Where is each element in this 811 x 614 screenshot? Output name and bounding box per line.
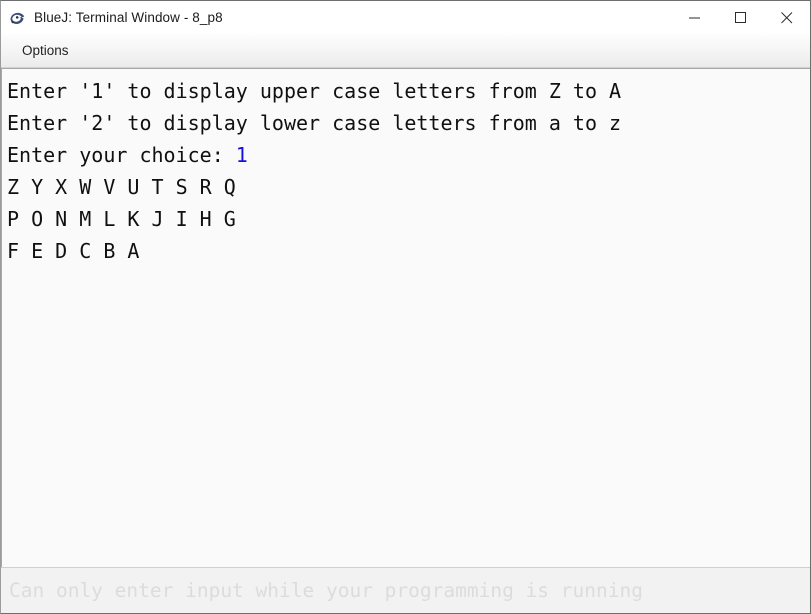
bluej-bird-icon [9,10,26,27]
terminal-line-text: Enter '2' to display lower case letters … [7,111,622,135]
menu-item-options[interactable]: Options [11,40,81,62]
terminal-line: Z Y X W V U T S R Q [7,171,810,203]
status-bar: Can only enter input while your programm… [1,567,810,613]
menu-bar: Options [1,34,810,68]
window-title: BlueJ: Terminal Window - 8_p8 [34,10,223,25]
terminal-line: Enter your choice: 1 [7,139,810,171]
terminal-window: BlueJ: Terminal Window - 8_p8 Options En… [0,0,811,614]
terminal-line-text: Enter your choice: [7,143,236,167]
minimize-button[interactable] [672,1,718,34]
status-message: Can only enter input while your programm… [9,579,643,602]
terminal-line: F E D C B A [7,235,810,267]
terminal-line: P O N M L K J I H G [7,203,810,235]
terminal-output-area[interactable]: Enter '1' to display upper case letters … [1,68,810,567]
terminal-line-text: Enter '1' to display upper case letters … [7,79,622,103]
maximize-button[interactable] [718,1,764,34]
terminal-line: Enter '2' to display lower case letters … [7,107,810,139]
terminal-line-text: F E D C B A [7,239,140,263]
terminal-line-text: Z Y X W V U T S R Q [7,175,236,199]
terminal-text: Enter '1' to display upper case letters … [2,69,810,567]
window-controls [672,1,810,34]
terminal-user-input: 1 [235,143,248,167]
terminal-line-text: P O N M L K J I H G [7,207,236,231]
terminal-line: Enter '1' to display upper case letters … [7,75,810,107]
close-button[interactable] [764,1,810,34]
title-bar[interactable]: BlueJ: Terminal Window - 8_p8 [1,1,810,34]
